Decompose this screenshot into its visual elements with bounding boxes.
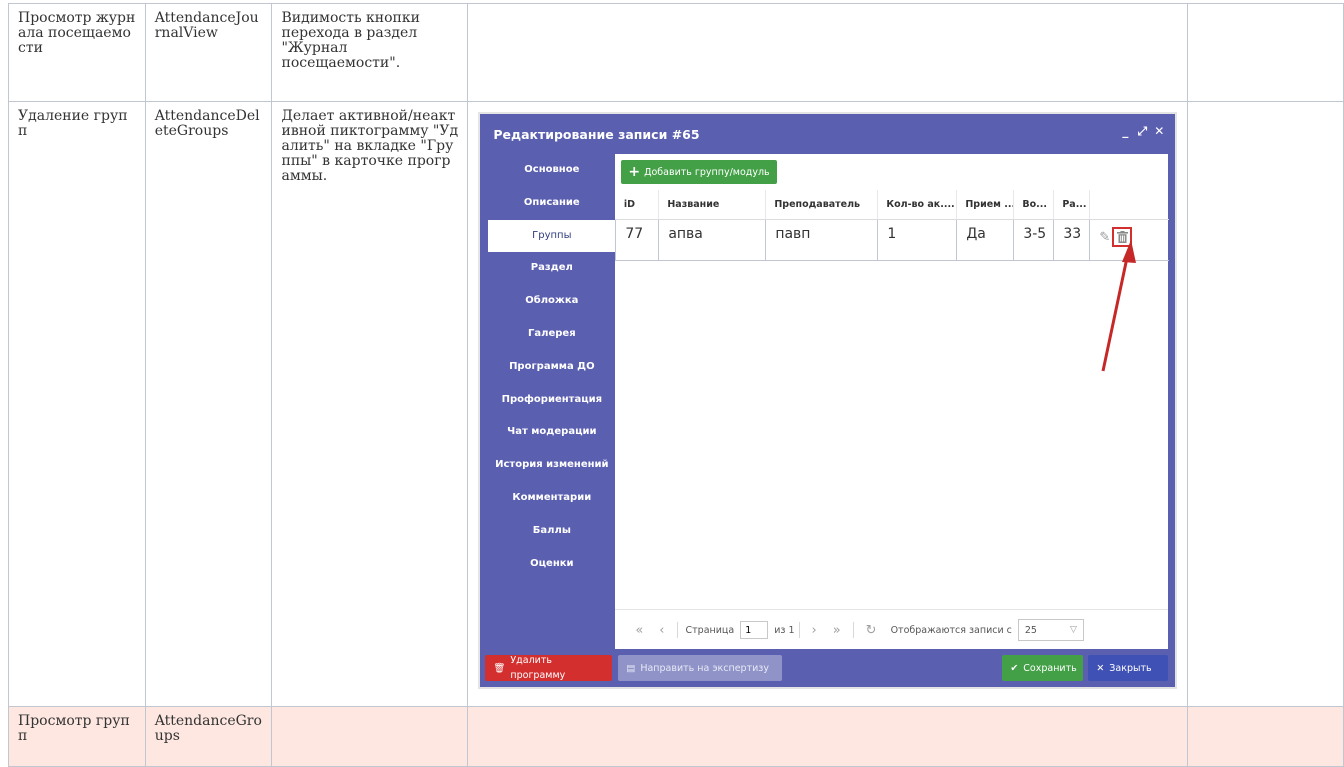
permission-name: Просмотр групп xyxy=(8,706,146,767)
permission-code: AttendanceJournalView xyxy=(144,3,273,102)
table-row: Удаление групп AttendanceDeleteGroups Де… xyxy=(8,101,1344,707)
edit-record-dialog: Редактирование записи #65 _ ⤢ ✕ Основное… xyxy=(480,114,1176,687)
permission-name: Просмотр журнала посещаемости xyxy=(8,3,146,102)
annotation-arrow xyxy=(1101,240,1137,372)
notes-cell xyxy=(1187,101,1344,707)
permissions-table: Просмотр журнала посещаемости Attendance… xyxy=(8,3,1344,767)
screenshot-cell xyxy=(467,3,1189,102)
permission-description: Делает активной/неактивной пиктограмму "… xyxy=(271,101,469,707)
permission-description: Видимость кнопки перехода в раздел "Журн… xyxy=(271,3,469,102)
notes-cell xyxy=(1187,706,1344,767)
permission-name: Удаление групп xyxy=(8,101,146,707)
screenshot-cell: Редактирование записи #65 _ ⤢ ✕ Основное… xyxy=(467,101,1189,707)
dialog-screenshot: Редактирование записи #65 _ ⤢ ✕ Основное… xyxy=(478,112,1178,689)
table-row: Просмотр журнала посещаемости Attendance… xyxy=(8,3,1344,102)
permission-description xyxy=(271,706,469,767)
table-row: Просмотр групп AttendanceGroups xyxy=(8,706,1344,767)
permission-code: AttendanceGroups xyxy=(144,706,273,767)
permission-code: AttendanceDeleteGroups xyxy=(144,101,273,707)
screenshot-cell xyxy=(467,706,1189,767)
notes-cell xyxy=(1187,3,1344,102)
